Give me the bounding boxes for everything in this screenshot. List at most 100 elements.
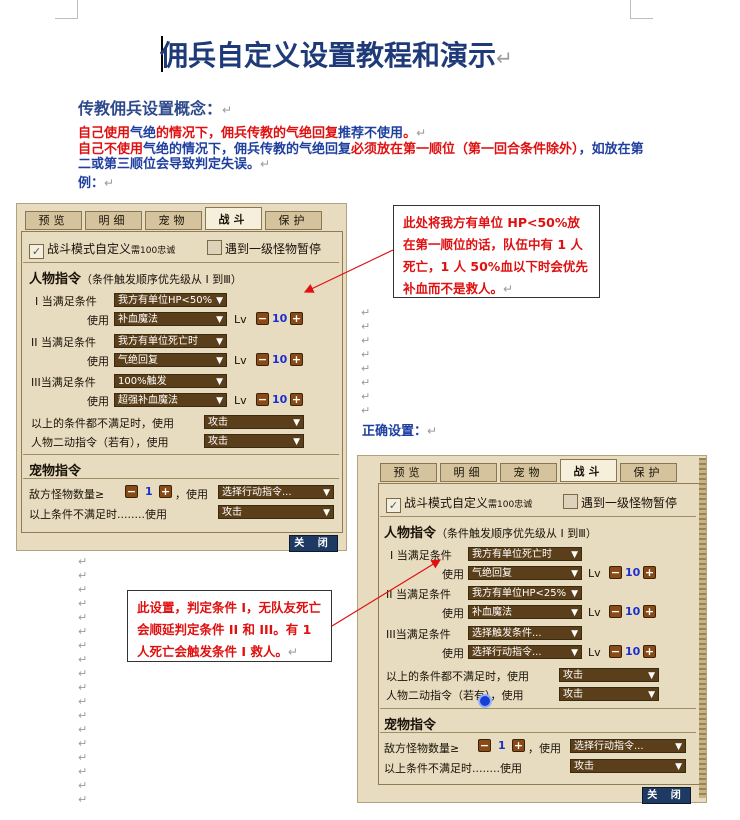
level-label: Lv bbox=[588, 606, 601, 619]
condition-3-select[interactable]: 选择触发条件... ▼ bbox=[468, 626, 582, 640]
skill-2-select[interactable]: 气绝回复 ▼ bbox=[114, 353, 227, 367]
use-label: 使用 bbox=[442, 568, 464, 581]
margin-corner-right bbox=[630, 0, 653, 19]
tab-details[interactable]: 明细 bbox=[85, 211, 142, 230]
mouse-cursor-icon bbox=[478, 694, 492, 708]
tab-protect[interactable]: 保护 bbox=[620, 463, 677, 482]
level-minus-button[interactable]: − bbox=[256, 353, 269, 366]
tab-preview[interactable]: 预览 bbox=[380, 463, 437, 482]
skill-3-select[interactable]: 选择行动指令... ▼ bbox=[468, 645, 582, 659]
level-plus-button[interactable]: + bbox=[290, 312, 303, 325]
enemy-use-label: ，使用 bbox=[528, 742, 561, 755]
fallback-select[interactable]: 攻击 ▼ bbox=[204, 415, 304, 429]
close-button[interactable]: 关 闭 bbox=[642, 787, 691, 804]
checkbox-icon[interactable]: ✓ bbox=[29, 244, 44, 259]
pause-toggle[interactable]: 遇到一级怪物暂停 bbox=[563, 494, 677, 511]
divider bbox=[380, 732, 696, 733]
pet-section-title: 宠物指令 bbox=[29, 464, 82, 479]
skill-1-select[interactable]: 气绝回复 ▼ bbox=[468, 566, 582, 580]
level-value: 10 bbox=[625, 566, 641, 579]
enemy-minus-button[interactable]: − bbox=[125, 485, 138, 498]
second-command-select[interactable]: 攻击 ▼ bbox=[204, 434, 304, 448]
example-label: 例：↵ bbox=[78, 176, 115, 191]
level-label: Lv bbox=[588, 646, 601, 659]
divider bbox=[380, 516, 696, 517]
margin-corner-left bbox=[55, 0, 78, 19]
note-box-1: 此处将我方有单位 HP<50%放在第一顺位的话，队伍中有 1 人死亡，1 人 5… bbox=[393, 205, 600, 298]
tab-battle[interactable]: 战斗 bbox=[205, 207, 262, 230]
use-label: 使用 bbox=[87, 355, 109, 368]
skill-1-select[interactable]: 补血魔法 ▼ bbox=[114, 312, 227, 326]
enemy-plus-button[interactable]: + bbox=[512, 739, 525, 752]
condition-3-label: III当满足条件 bbox=[386, 628, 451, 641]
divider bbox=[23, 454, 339, 455]
pet-fallback-select[interactable]: 攻击 ▼ bbox=[570, 759, 686, 773]
divider bbox=[23, 478, 339, 479]
pet-action-select[interactable]: 选择行动指令... ▼ bbox=[218, 485, 334, 499]
pet-fallback-label: 以上条件不满足时........使用 bbox=[384, 762, 522, 775]
enemy-count-value: 1 bbox=[145, 485, 153, 498]
condition-1-label: I 当满足条件 bbox=[390, 549, 452, 562]
level-label: Lv bbox=[234, 313, 247, 326]
use-label: 使用 bbox=[87, 314, 109, 327]
battle-mode-toggle[interactable]: ✓ 战斗模式自定义需100忠诚 bbox=[386, 494, 532, 513]
paragraph-1: 自己使用气绝的情况下，佣兵传教的气绝回复推荐不使用。↵ bbox=[78, 126, 427, 141]
checkbox-icon[interactable] bbox=[563, 494, 578, 509]
checkbox-icon[interactable]: ✓ bbox=[386, 498, 401, 513]
tab-protect[interactable]: 保护 bbox=[265, 211, 322, 230]
fallback-label: 以上的条件都不满足时，使用 bbox=[31, 417, 174, 430]
tab-pet[interactable]: 宠物 bbox=[500, 463, 557, 482]
pet-action-select[interactable]: 选择行动指令... ▼ bbox=[570, 739, 686, 753]
tab-preview[interactable]: 预览 bbox=[25, 211, 82, 230]
level-minus-button[interactable]: − bbox=[609, 645, 622, 658]
enemy-count-value: 1 bbox=[498, 739, 506, 752]
mercenary-panel-1: 预览 明细 宠物 战斗 保护 ✓ 战斗模式自定义需100忠诚 遇到一级怪物暂停 人… bbox=[16, 203, 347, 552]
checkbox-icon[interactable] bbox=[207, 240, 222, 255]
battle-mode-toggle[interactable]: ✓ 战斗模式自定义需100忠诚 bbox=[29, 240, 175, 259]
condition-1-select[interactable]: 我方有单位死亡时 ▼ bbox=[468, 547, 582, 561]
use-label: 使用 bbox=[442, 647, 464, 660]
condition-2-label: II 当满足条件 bbox=[386, 588, 451, 601]
level-minus-button[interactable]: − bbox=[609, 566, 622, 579]
condition-2-label: II 当满足条件 bbox=[31, 336, 96, 349]
second-command-select[interactable]: 攻击 ▼ bbox=[559, 687, 659, 701]
skill-2-select[interactable]: 补血魔法 ▼ bbox=[468, 605, 582, 619]
pet-fallback-select[interactable]: 攻击 ▼ bbox=[218, 505, 334, 519]
level-value: 10 bbox=[272, 312, 288, 325]
second-command-label: 人物二动指令（若有），使用 bbox=[386, 689, 524, 702]
close-button[interactable]: 关 闭 bbox=[289, 535, 338, 552]
enemy-minus-button[interactable]: − bbox=[478, 739, 491, 752]
pet-section-title: 宠物指令 bbox=[384, 718, 437, 733]
condition-2-select[interactable]: 我方有单位HP<25% ▼ bbox=[468, 586, 582, 600]
divider bbox=[23, 262, 339, 263]
level-value: 10 bbox=[625, 605, 641, 618]
condition-3-select[interactable]: 100%触发 ▼ bbox=[114, 374, 227, 388]
page-title: 佣兵自定义设置教程和演示↵ bbox=[160, 39, 513, 72]
level-plus-button[interactable]: + bbox=[643, 605, 656, 618]
level-minus-button[interactable]: − bbox=[256, 312, 269, 325]
level-value: 10 bbox=[272, 393, 288, 406]
level-label: Lv bbox=[234, 354, 247, 367]
return-marks-column: ↵ ↵ ↵ ↵ ↵ ↵ ↵ ↵ bbox=[361, 306, 371, 417]
tab-battle[interactable]: 战斗 bbox=[560, 459, 617, 482]
condition-2-select[interactable]: 我方有单位死亡时 ▼ bbox=[114, 334, 227, 348]
condition-3-label: III当满足条件 bbox=[31, 376, 96, 389]
tab-details[interactable]: 明细 bbox=[440, 463, 497, 482]
pause-toggle[interactable]: 遇到一级怪物暂停 bbox=[207, 240, 321, 257]
pet-fallback-label: 以上条件不满足时........使用 bbox=[29, 508, 167, 521]
condition-1-select[interactable]: 我方有单位HP<50% ▼ bbox=[114, 293, 227, 307]
fallback-select[interactable]: 攻击 ▼ bbox=[559, 668, 659, 682]
enemy-plus-button[interactable]: + bbox=[159, 485, 172, 498]
tab-bar: 预览 明细 宠物 战斗 保护 bbox=[380, 459, 677, 482]
level-minus-button[interactable]: − bbox=[609, 605, 622, 618]
level-plus-button[interactable]: + bbox=[643, 566, 656, 579]
level-plus-button[interactable]: + bbox=[290, 353, 303, 366]
level-plus-button[interactable]: + bbox=[643, 645, 656, 658]
level-minus-button[interactable]: − bbox=[256, 393, 269, 406]
condition-1-label: I 当满足条件 bbox=[35, 295, 97, 308]
skill-3-select[interactable]: 超强补血魔法 ▼ bbox=[114, 393, 227, 407]
tab-bar: 预览 明细 宠物 战斗 保护 bbox=[25, 207, 322, 230]
second-command-label: 人物二动指令（若有），使用 bbox=[31, 436, 169, 449]
level-plus-button[interactable]: + bbox=[290, 393, 303, 406]
tab-pet[interactable]: 宠物 bbox=[145, 211, 202, 230]
